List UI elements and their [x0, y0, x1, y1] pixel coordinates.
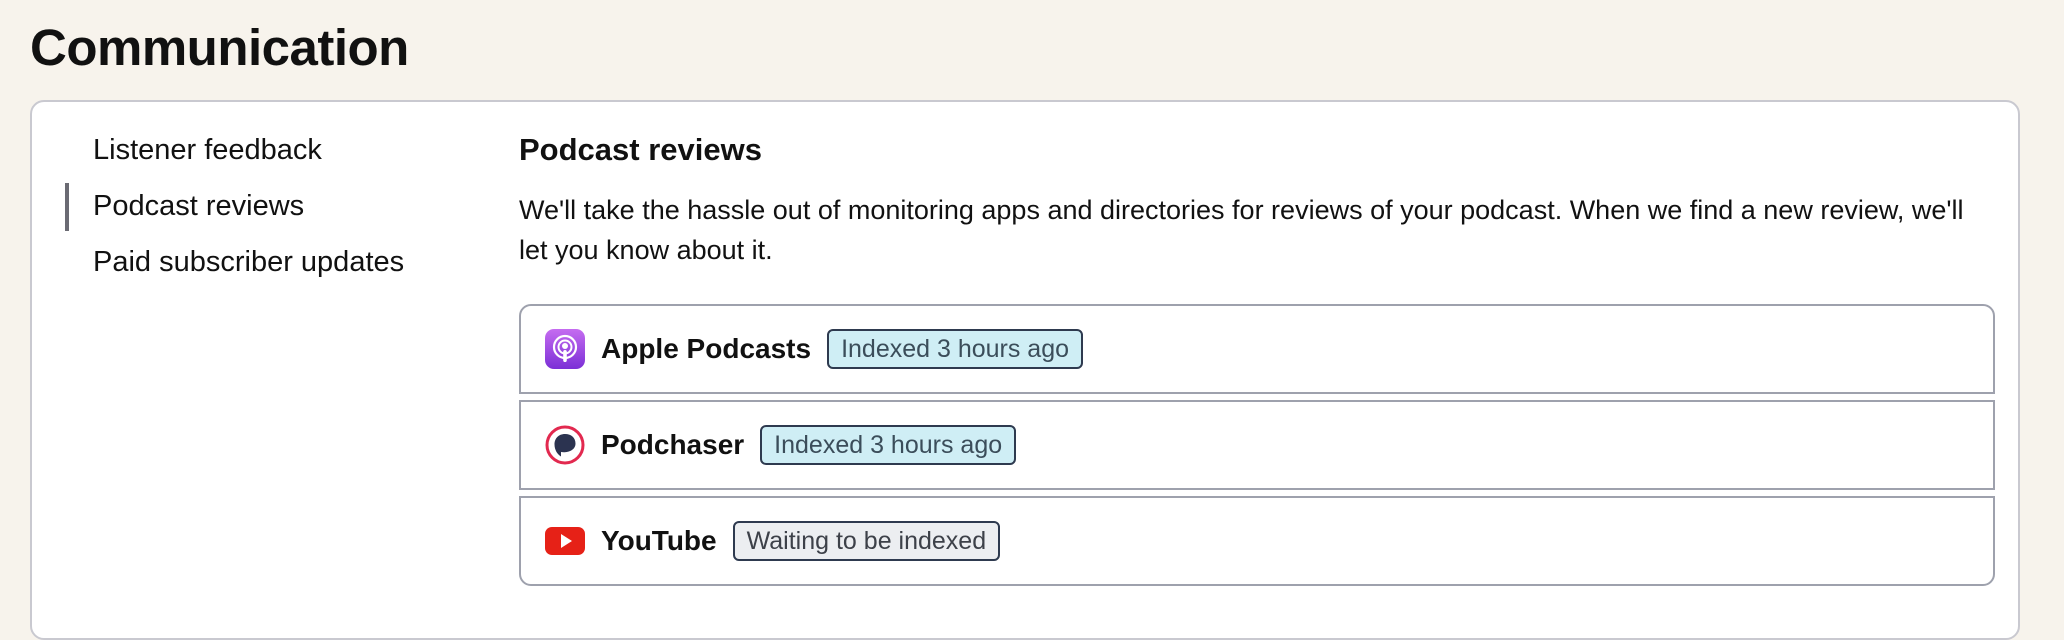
youtube-icon: [545, 521, 585, 561]
section-description: We'll take the hassle out of monitoring …: [519, 195, 1964, 265]
source-row-youtube[interactable]: YouTube Waiting to be indexed: [519, 496, 1995, 586]
apple-podcasts-icon: [545, 329, 585, 369]
content-area: Podcast reviews We'll take the hassle ou…: [519, 130, 1995, 586]
nav-item-paid-subscriber-updates[interactable]: Paid subscriber updates: [65, 234, 445, 290]
section-heading: Podcast reviews: [519, 132, 762, 167]
status-badge: Indexed 3 hours ago: [760, 425, 1017, 465]
status-badge: Waiting to be indexed: [732, 521, 1001, 561]
nav-item-podcast-reviews[interactable]: Podcast reviews: [65, 178, 445, 234]
source-name: Apple Podcasts: [601, 333, 812, 364]
status-badge: Indexed 3 hours ago: [827, 329, 1084, 369]
source-row-apple-podcasts[interactable]: Apple Podcasts Indexed 3 hours ago: [519, 304, 1995, 394]
source-row-podchaser[interactable]: Podchaser Indexed 3 hours ago: [519, 400, 1995, 490]
settings-panel: Listener feedback Podcast reviews Paid s…: [30, 100, 2020, 640]
source-name: Podchaser: [601, 429, 745, 460]
nav-item-listener-feedback[interactable]: Listener feedback: [65, 122, 445, 178]
side-nav: Listener feedback Podcast reviews Paid s…: [65, 122, 445, 290]
review-sources-list: Apple Podcasts Indexed 3 hours ago Podch…: [519, 304, 1995, 592]
podchaser-icon: [545, 425, 585, 465]
source-name: YouTube: [601, 525, 717, 556]
page-title: Communication: [30, 19, 409, 76]
